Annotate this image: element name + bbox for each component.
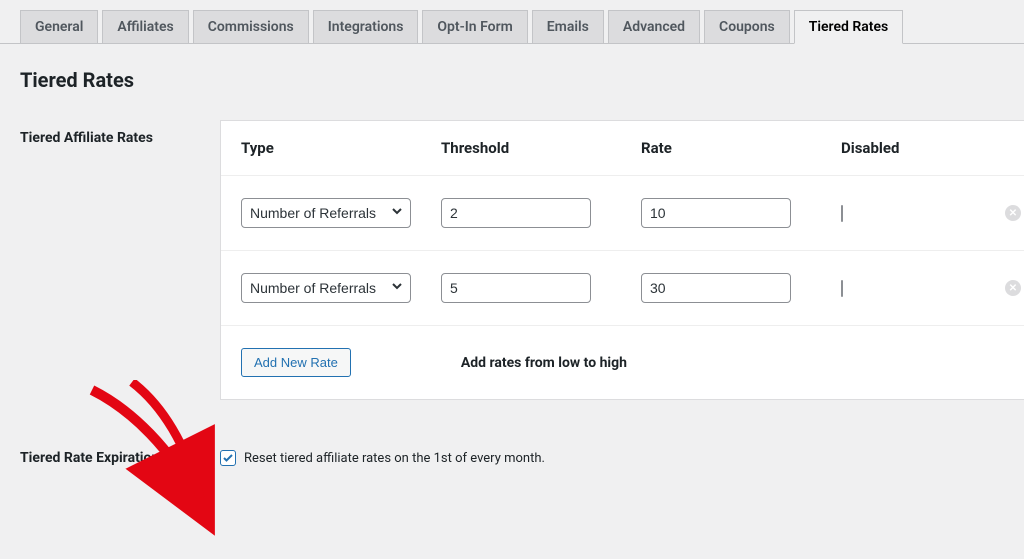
type-select[interactable]: Number of Referrals [241, 198, 411, 228]
tab-emails[interactable]: Emails [532, 10, 604, 44]
rate-input[interactable] [641, 198, 791, 228]
expiration-checkbox[interactable] [220, 450, 236, 466]
tab-advanced[interactable]: Advanced [608, 10, 700, 44]
tiered-rates-table: Type Threshold Rate Disabled Number of R… [220, 120, 1024, 400]
remove-row-icon[interactable]: ✕ [1005, 205, 1021, 221]
check-icon [222, 452, 234, 464]
rate-input[interactable] [641, 273, 791, 303]
tab-optin-form[interactable]: Opt-In Form [422, 10, 527, 44]
tab-commissions[interactable]: Commissions [193, 10, 309, 44]
tab-integrations[interactable]: Integrations [313, 10, 419, 44]
threshold-input[interactable] [441, 273, 591, 303]
tab-affiliates[interactable]: Affiliates [102, 10, 188, 44]
disabled-checkbox[interactable] [841, 280, 843, 297]
tab-general[interactable]: General [20, 10, 98, 44]
column-header-threshold: Threshold [441, 139, 641, 157]
column-header-rate: Rate [641, 139, 841, 157]
threshold-input[interactable] [441, 198, 591, 228]
rate-row: Number of Referrals [221, 175, 1024, 250]
page-title: Tiered Rates [20, 68, 1004, 92]
add-new-rate-button[interactable]: Add New Rate [241, 348, 351, 377]
disabled-checkbox[interactable] [841, 205, 843, 222]
tab-coupons[interactable]: Coupons [704, 10, 790, 44]
settings-tabs: General Affiliates Commissions Integrati… [0, 0, 1024, 44]
column-header-disabled: Disabled [841, 139, 971, 157]
column-header-type: Type [241, 139, 441, 157]
section-label-expiration: Tiered Rate Expiration [20, 450, 220, 466]
remove-row-icon[interactable]: ✕ [1005, 280, 1021, 296]
tab-tiered-rates[interactable]: Tiered Rates [794, 10, 903, 44]
expiration-checkbox-label: Reset tiered affiliate rates on the 1st … [244, 451, 545, 466]
type-select[interactable]: Number of Referrals [241, 273, 411, 303]
section-label-tiered-rates: Tiered Affiliate Rates [20, 120, 220, 400]
rate-row: Number of Referrals [221, 250, 1024, 325]
footer-note: Add rates from low to high [461, 355, 627, 371]
